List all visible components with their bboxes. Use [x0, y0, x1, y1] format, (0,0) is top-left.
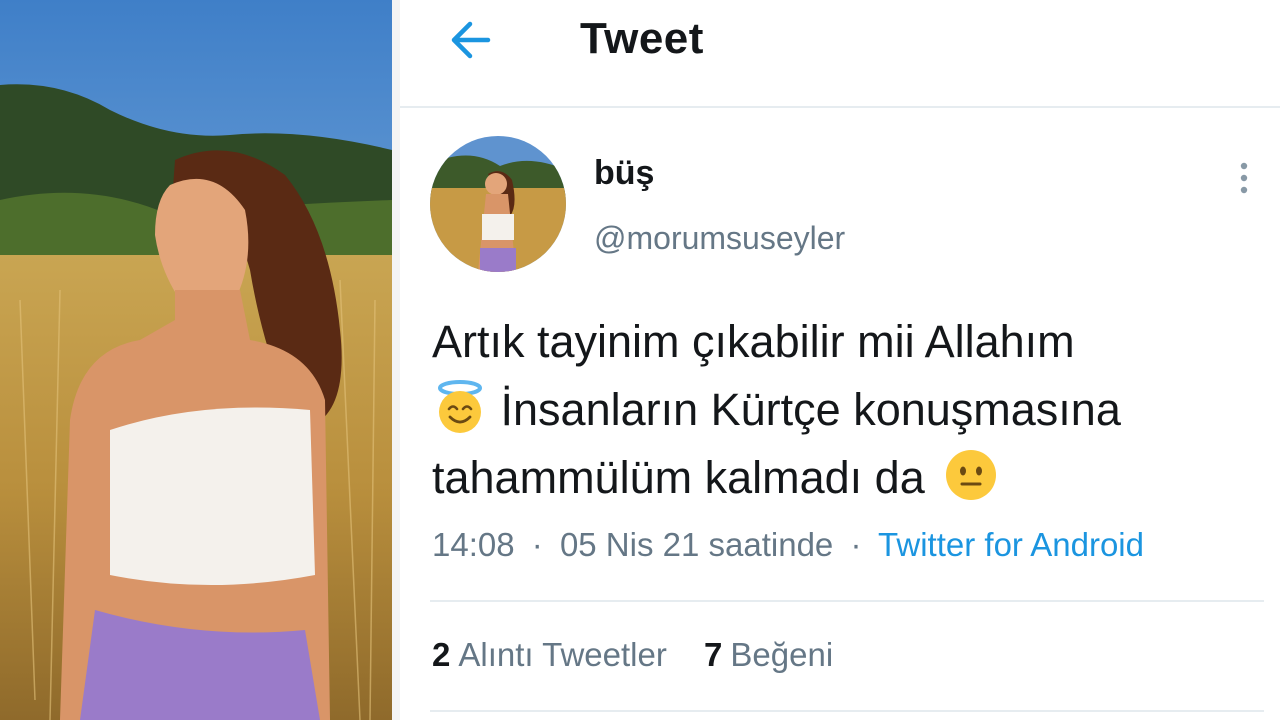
like-label: Beğeni	[730, 636, 834, 673]
more-options-icon[interactable]	[1234, 160, 1254, 196]
page-title: Tweet	[580, 14, 704, 63]
tweet-text-line-2-text: İnsanların Kürtçe konuşmasına	[500, 384, 1121, 435]
tweet-panel: Tweet büş @morumsuseyler Artık tayinim ç…	[400, 0, 1280, 720]
display-name[interactable]: büş	[594, 154, 654, 193]
tweet-text-line-1: Artık tayinim çıkabilir mii Allahım	[432, 316, 1075, 367]
tweet-stats: 2 Alıntı Tweetler 7 Beğeni	[432, 636, 833, 674]
tweet-text-line-3-text: tahammülüm kalmadı da	[432, 452, 925, 503]
tweet-meta: 14:08 · 05 Nis 21 saatinde · Twitter for…	[432, 526, 1144, 564]
tweet-date[interactable]: 05 Nis 21 saatinde	[560, 526, 833, 563]
tweet-text-line-3: tahammülüm kalmadı da	[432, 444, 1262, 512]
likes-stat[interactable]: 7 Beğeni	[704, 636, 833, 674]
quote-label: Alıntı Tweetler	[458, 636, 667, 673]
back-arrow-icon[interactable]	[448, 18, 492, 62]
panel-divider	[392, 0, 400, 720]
tweet-text-line-2: İnsanların Kürtçe konuşmasına	[432, 376, 1262, 444]
profile-photo-large	[0, 0, 392, 720]
meta-separator: ·	[850, 526, 862, 563]
tweet-header: Tweet	[400, 0, 1280, 108]
photo-illustration	[0, 0, 392, 720]
quote-count: 2	[432, 636, 451, 673]
avatar[interactable]	[430, 136, 566, 272]
meta-separator: ·	[531, 526, 543, 563]
neutral-face-emoji-icon	[943, 447, 999, 503]
user-handle[interactable]: @morumsuseyler	[594, 220, 845, 257]
tweet-source-link[interactable]: Twitter for Android	[878, 526, 1144, 563]
tweet-time[interactable]: 14:08	[432, 526, 515, 563]
tweet-text: Artık tayinim çıkabilir mii Allahım İnsa…	[432, 308, 1262, 512]
like-count: 7	[704, 636, 723, 673]
quote-tweets-stat[interactable]: 2 Alıntı Tweetler	[432, 636, 667, 674]
divider	[430, 600, 1264, 602]
smiling-face-with-halo-emoji-icon	[432, 379, 488, 435]
divider	[430, 710, 1264, 712]
